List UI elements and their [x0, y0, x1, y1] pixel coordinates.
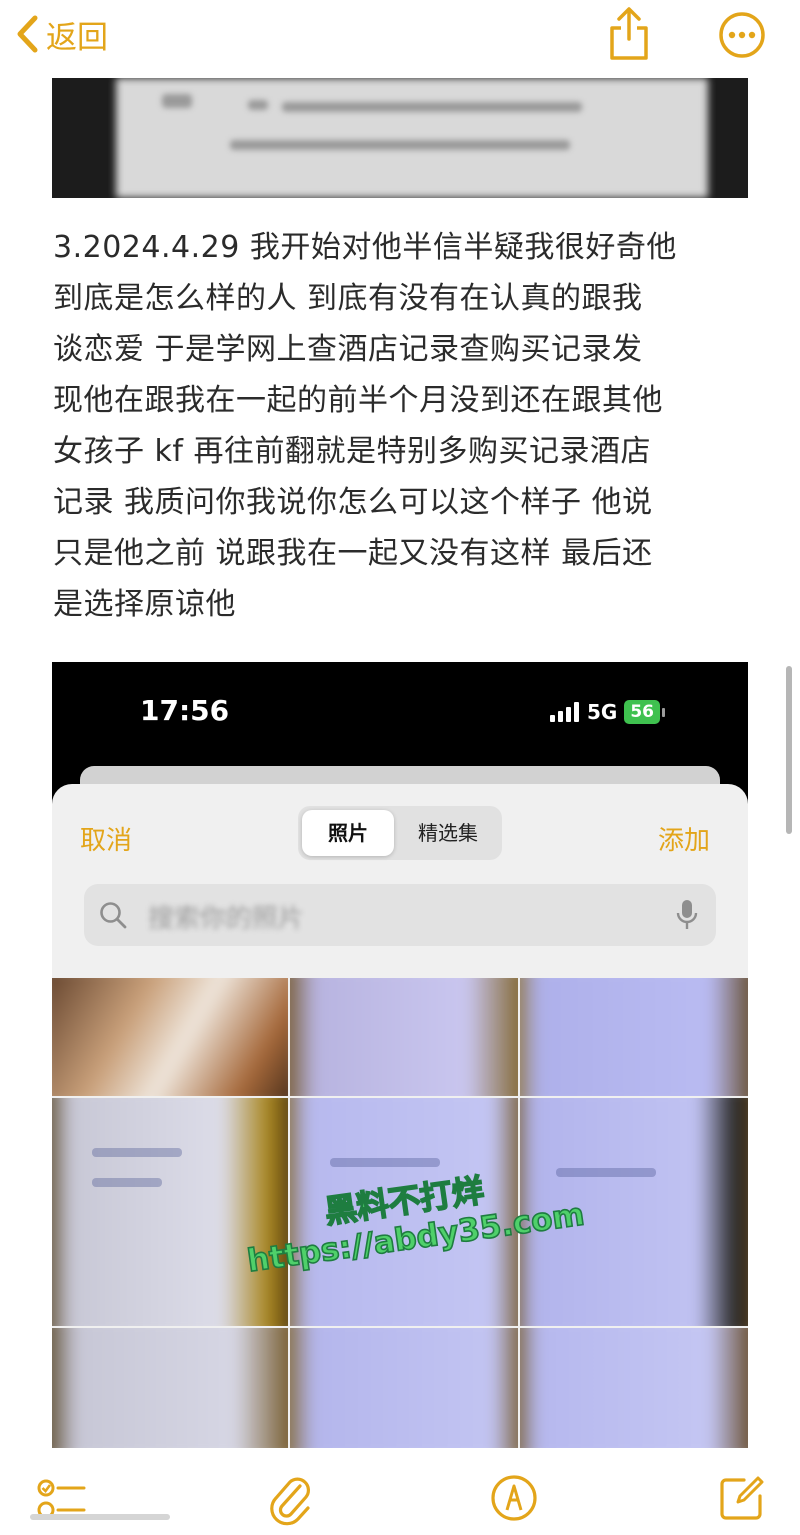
back-label: 返回	[46, 19, 108, 56]
photo-thumbnail[interactable]	[290, 978, 518, 1096]
image-blur-mark	[248, 100, 268, 110]
ellipsis-circle-icon	[719, 12, 765, 58]
image-content	[116, 78, 708, 198]
segmented-control: 照片 精选集	[298, 806, 502, 860]
back-button[interactable]: 返回	[14, 10, 108, 58]
photo-grid	[52, 856, 748, 1448]
blurred-text-line	[556, 1168, 656, 1177]
photo-thumbnail[interactable]	[52, 1098, 288, 1326]
image-blur-mark	[162, 94, 192, 108]
bottom-toolbar	[0, 1464, 800, 1535]
blurred-text-line	[92, 1178, 162, 1187]
embedded-screenshot[interactable]: 17:56 5G 56 取消 照片 精选集 添加 搜索你的照片	[52, 662, 748, 1448]
add-button[interactable]: 添加	[658, 820, 710, 857]
blurred-text-line	[330, 1158, 440, 1167]
share-button[interactable]	[606, 6, 652, 62]
markup-pen-icon	[491, 1475, 537, 1521]
cancel-button[interactable]: 取消	[80, 820, 132, 857]
photo-thumbnail[interactable]	[52, 1328, 288, 1448]
attach-button[interactable]	[268, 1474, 314, 1532]
network-type: 5G	[587, 700, 618, 724]
tab-photos[interactable]: 照片	[302, 810, 394, 856]
note-body-text[interactable]: 3.2024.4.29 我开始对他半信半疑我很好奇他 到底是怎么样的人 到底有没…	[53, 222, 753, 630]
paperclip-icon	[270, 1477, 310, 1526]
image-blur-mark	[282, 102, 582, 112]
navigation-bar: 返回	[0, 0, 800, 72]
status-time: 17:56	[140, 694, 230, 727]
cellular-signal-icon	[550, 702, 579, 722]
battery-cap	[662, 707, 666, 717]
battery-level: 56	[624, 700, 661, 724]
more-options-button[interactable]	[718, 11, 766, 59]
tab-collections[interactable]: 精选集	[398, 810, 498, 856]
photo-thumbnail[interactable]	[290, 1328, 518, 1448]
markup-button[interactable]	[490, 1474, 538, 1526]
home-indicator	[30, 1514, 170, 1520]
compose-button[interactable]	[718, 1474, 766, 1526]
image-blur-mark	[230, 140, 570, 150]
share-icon	[610, 7, 648, 60]
blurred-text-line	[92, 1148, 182, 1157]
attached-image-blurred[interactable]	[52, 78, 748, 198]
scrollbar[interactable]	[786, 666, 792, 834]
photo-thumbnail[interactable]	[52, 978, 288, 1096]
compose-icon	[720, 1476, 764, 1520]
photo-thumbnail[interactable]	[520, 978, 748, 1096]
chevron-left-icon	[17, 15, 38, 53]
status-indicators: 5G 56	[550, 700, 666, 724]
photo-thumbnail[interactable]	[520, 1328, 748, 1448]
